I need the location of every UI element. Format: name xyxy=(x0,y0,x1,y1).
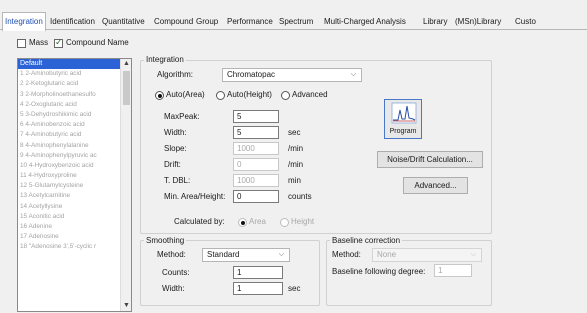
list-item[interactable]: 17 Adenosine xyxy=(18,232,131,242)
smoothing-method-label: Method: xyxy=(157,250,186,259)
program-button[interactable]: Program xyxy=(384,99,422,139)
tab-strip: Integration Identification Quantitative … xyxy=(0,0,587,31)
list-item[interactable]: 1 2-Aminobutyric acid xyxy=(18,69,131,79)
list-item[interactable]: 7 4-Aminobutyric acid xyxy=(18,130,131,140)
list-item[interactable]: 10 4-Hydroxybenzoic acid xyxy=(18,161,131,171)
list-item[interactable]: 9 4-Aminophenylpyruvic ac xyxy=(18,151,131,161)
list-item[interactable]: 2 2-Ketoglutaric acid xyxy=(18,79,131,89)
list-item[interactable]: 4 2-Oxoglutaric acid xyxy=(18,100,131,110)
compound-list[interactable]: Default 1 2-Aminobutyric acid 2 2-Ketoglut… xyxy=(17,58,132,312)
radio-calc-area-label: Area xyxy=(249,217,266,226)
list-item[interactable]: 16 Adenine xyxy=(18,222,131,232)
radio-auto-area[interactable] xyxy=(155,91,164,100)
baseline-method-value: None xyxy=(377,250,397,259)
tab-compound[interactable]: Compound xyxy=(152,14,195,30)
list-scrollbar[interactable]: ▲ ▼ xyxy=(120,59,131,311)
tab-identification[interactable]: Identification xyxy=(48,14,97,30)
smoothing-width-input[interactable]: 1 xyxy=(233,282,283,295)
tab-spectrum[interactable]: Spectrum xyxy=(277,14,315,30)
slope-unit: /min xyxy=(288,144,304,153)
tab-performance[interactable]: Performance xyxy=(225,14,275,30)
drift-unit: /min xyxy=(288,160,304,169)
tab-library[interactable]: Library xyxy=(421,14,449,30)
min-area-height-unit: counts xyxy=(288,192,312,201)
chromatogram-icon xyxy=(391,102,417,124)
baseline-method-select[interactable]: None ⌵ xyxy=(372,248,482,262)
counts-label: Counts: xyxy=(162,268,190,277)
tab-group[interactable]: Group xyxy=(194,14,220,30)
list-item[interactable]: 12 5-Glutamylcysteine xyxy=(18,181,131,191)
chevron-down-icon: ⌵ xyxy=(350,71,356,78)
integration-group-title: Integration xyxy=(144,55,186,64)
width-label: Width: xyxy=(164,128,187,137)
smoothing-method-select[interactable]: Standard ⌵ xyxy=(202,248,290,262)
radio-calc-height-label: Height xyxy=(291,217,315,226)
smoothing-width-label: Width: xyxy=(162,284,185,293)
radio-auto-height[interactable] xyxy=(216,91,225,100)
radio-advanced-label: Advanced xyxy=(292,90,328,99)
list-item[interactable]: 8 4-Aminophenylalanine xyxy=(18,141,131,151)
width-input[interactable]: 5 xyxy=(233,126,279,139)
t-dbl-input[interactable]: 1000 xyxy=(233,174,279,187)
chevron-down-icon: ⌵ xyxy=(278,251,284,258)
tab-multi-charged-analysis[interactable]: Multi-Charged Analysis xyxy=(322,14,408,30)
maxpeak-label: MaxPeak: xyxy=(164,112,200,121)
mass-checkbox-label: Mass xyxy=(29,38,49,47)
mass-checkbox[interactable] xyxy=(17,39,26,48)
calculated-by-label: Calculated by: xyxy=(174,217,225,226)
radio-auto-height-label: Auto(Height) xyxy=(227,90,272,99)
baseline-method-label: Method: xyxy=(332,250,361,259)
radio-advanced[interactable] xyxy=(281,91,290,100)
algorithm-label: Algorithm: xyxy=(157,70,194,79)
tab-quantitative[interactable]: Quantitative xyxy=(100,14,147,30)
list-item[interactable]: 3 2-Morpholinoethanesulfo xyxy=(18,90,131,100)
list-item[interactable]: 18 "Adenosine 3',5'-cyclic r xyxy=(18,242,131,252)
t-dbl-unit: min xyxy=(288,176,301,185)
tab-integration[interactable]: Integration xyxy=(2,12,46,31)
radio-auto-area-label: Auto(Area) xyxy=(166,90,205,99)
width-unit: sec xyxy=(288,128,301,137)
list-item[interactable]: 6 4-Aminobenzoic acid xyxy=(18,120,131,130)
scroll-down-icon[interactable]: ▼ xyxy=(121,301,131,311)
list-item[interactable]: 13 Acetylcarnitine xyxy=(18,191,131,201)
slope-label: Slope: xyxy=(164,144,187,153)
baseline-degree-label: Baseline following degree: xyxy=(332,267,426,276)
radio-calc-area[interactable] xyxy=(238,218,247,227)
program-button-label: Program xyxy=(389,128,417,135)
baseline-correction-group-title: Baseline correction xyxy=(330,236,403,245)
radio-calc-height[interactable] xyxy=(280,218,289,227)
list-item-selected[interactable]: Default xyxy=(18,59,131,70)
noise-drift-calculation-button[interactable]: Noise/Drift Calculation... xyxy=(377,151,483,168)
maxpeak-input[interactable]: 5 xyxy=(233,110,279,123)
integration-group xyxy=(140,60,492,234)
tab-msn-library[interactable]: (MSn)Library xyxy=(453,14,503,30)
list-item[interactable]: 14 Acetyllysine xyxy=(18,202,131,212)
drift-input[interactable]: 0 xyxy=(233,158,279,171)
scroll-thumb[interactable] xyxy=(123,71,130,105)
slope-input[interactable]: 1000 xyxy=(233,142,279,155)
list-item[interactable]: 11 4-Hydroxyproline xyxy=(18,171,131,181)
min-area-height-label: Min. Area/Height: xyxy=(164,192,226,201)
drift-label: Drift: xyxy=(164,160,181,169)
algorithm-select[interactable]: Chromatopac ⌵ xyxy=(222,68,362,82)
scroll-up-icon[interactable]: ▲ xyxy=(121,59,131,69)
compound-name-checkbox-label: Compound Name xyxy=(66,38,129,47)
list-item[interactable]: 5 3-Dehydroshikimic acid xyxy=(18,110,131,120)
smoothing-method-value: Standard xyxy=(207,250,240,259)
algorithm-value: Chromatopac xyxy=(227,70,276,79)
advanced-button[interactable]: Advanced... xyxy=(403,177,468,194)
chevron-down-icon: ⌵ xyxy=(470,251,476,258)
t-dbl-label: T. DBL: xyxy=(164,176,191,185)
baseline-degree-input[interactable]: 1 xyxy=(434,264,472,277)
counts-input[interactable]: 1 xyxy=(233,266,283,279)
smoothing-group-title: Smoothing xyxy=(144,236,187,245)
list-item[interactable]: 15 Aconitic acid xyxy=(18,212,131,222)
compound-name-checkbox[interactable] xyxy=(54,37,63,48)
min-area-height-input[interactable]: 0 xyxy=(233,190,279,203)
smoothing-width-unit: sec xyxy=(288,284,301,293)
tab-custom[interactable]: Custo xyxy=(513,14,538,30)
